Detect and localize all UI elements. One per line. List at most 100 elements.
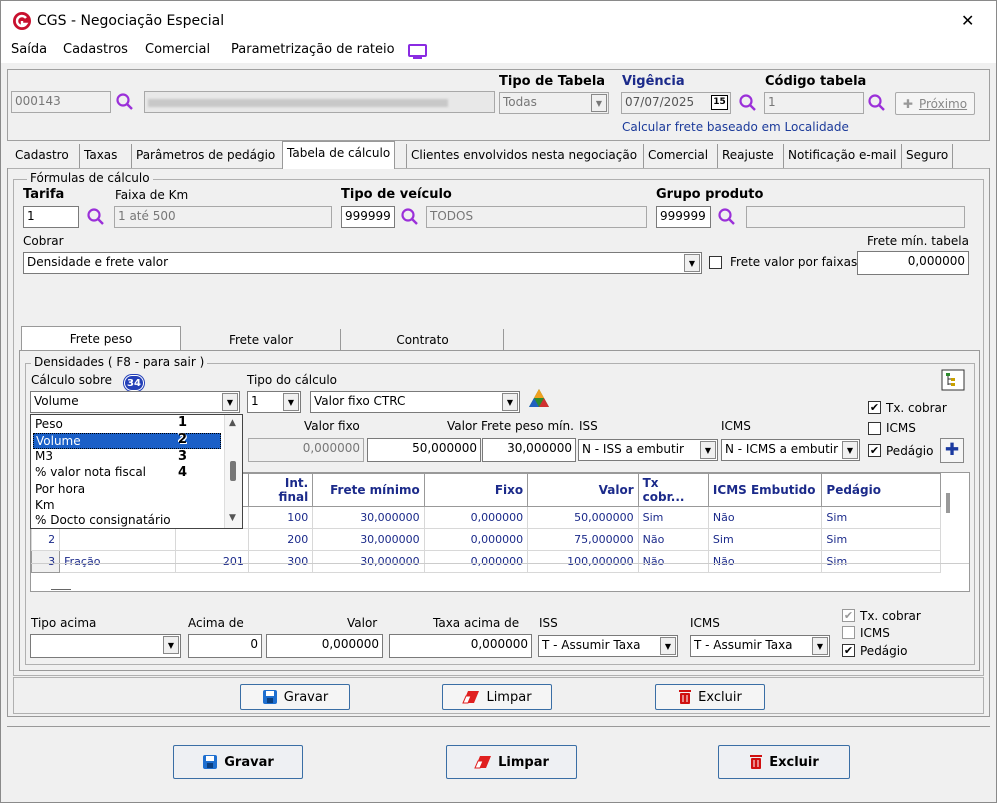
bottom-icms-select[interactable]: T - Assumir Taxa ▼ (690, 635, 830, 657)
frete-min-tabela-field[interactable]: 0,000000 (857, 251, 969, 275)
tarifa-field[interactable]: 1 (23, 206, 79, 228)
valor-fixo-field[interactable]: 50,000000 (367, 438, 481, 462)
bottom-iss-select[interactable]: T - Assumir Taxa ▼ (538, 635, 678, 657)
tipo-calculo-select[interactable]: Valor fixo CTRC ▼ (310, 391, 520, 413)
tab-cadastro[interactable]: Cadastro (11, 144, 73, 168)
grid-col-fixo[interactable]: Fixo (423, 473, 529, 507)
tipo-calculo-num-select[interactable]: 1 ▼ (247, 391, 301, 413)
grid-scrollbar-thumb[interactable] (946, 493, 950, 513)
gravar-button[interactable]: Gravar (173, 745, 303, 779)
menu-parametrizacao-rateio[interactable]: Parametrização de rateio (231, 42, 395, 57)
grid-col-valor[interactable]: Valor (527, 473, 639, 507)
tab-parametros-pedagio[interactable]: Parâmetros de pedágio (131, 144, 279, 168)
grupo-produto-desc-field[interactable] (746, 206, 965, 228)
tab-taxas[interactable]: Taxas (79, 144, 121, 168)
tab-clientes-envolvidos[interactable]: Clientes envolvidos nesta negociação (406, 144, 641, 168)
tab-seguro[interactable]: Seguro (901, 144, 954, 168)
subtab-contrato[interactable]: Contrato (342, 329, 504, 351)
calc-localidade-link[interactable]: Calcular frete baseado em Localidade (622, 120, 849, 134)
excluir-button[interactable]: Excluir (718, 745, 850, 779)
chevron-down-icon: ▼ (842, 441, 858, 459)
menu-cadastros[interactable]: Cadastros (63, 42, 128, 57)
tab-comercial[interactable]: Comercial (643, 144, 712, 168)
proximo-button[interactable]: ✚ Próximo (895, 92, 975, 115)
valor-frete-peso-field[interactable]: 30,000000 (482, 438, 576, 462)
search-icon[interactable] (867, 93, 887, 113)
search-icon[interactable] (86, 207, 106, 227)
dropdown-option-km[interactable]: Km (33, 498, 55, 514)
grid-col-pedagio[interactable]: Pedágio (821, 473, 941, 507)
grupo-produto-code-field[interactable]: 999999 (656, 206, 711, 228)
calendar-icon[interactable]: 15 (711, 95, 728, 110)
eraser-icon (462, 691, 480, 704)
tipo-acima-select[interactable]: ▼ (30, 634, 181, 658)
subtab-frete-valor[interactable]: Frete valor (182, 329, 341, 351)
table-row[interactable]: 2 200 30,000000 0,000000 75,000000 Não S… (30, 528, 941, 551)
codigo-tabela-field[interactable]: 1 (764, 92, 864, 114)
subtab-frete-peso[interactable]: Frete peso (21, 326, 181, 350)
triangle-shapes-icon[interactable] (528, 388, 550, 408)
search-icon[interactable] (738, 93, 758, 113)
faixa-km-field[interactable]: 1 até 500 (114, 206, 332, 228)
code-field[interactable]: 000143 (11, 91, 111, 113)
dropdown-option-valor-nota[interactable]: % valor nota fiscal (33, 465, 146, 481)
frete-valor-faixas-checkbox[interactable] (709, 256, 722, 269)
tab-reajuste[interactable]: Reajuste (717, 144, 778, 168)
dropdown-scroll-thumb[interactable] (230, 461, 236, 481)
dropdown-option-m3[interactable]: M3 (33, 449, 53, 465)
bottom-pedagio-checkbox[interactable]: ✔ (842, 644, 855, 657)
chevron-down-icon[interactable]: ▼ (229, 513, 236, 523)
pedagio-checkbox[interactable]: ✔ (868, 444, 881, 457)
inner-excluir-button[interactable]: Excluir (655, 684, 765, 710)
bottom-icms-checkbox[interactable] (842, 626, 855, 639)
tipo-veiculo-desc-field[interactable]: TODOS (426, 206, 647, 228)
add-button[interactable]: ✚ (940, 438, 964, 463)
dropdown-option-peso[interactable]: Peso (33, 417, 63, 433)
chevron-down-icon: ▼ (163, 636, 179, 654)
cobrar-select[interactable]: Densidade e frete valor ▼ (23, 252, 702, 274)
grid-col-int-final[interactable]: Int. final (247, 473, 314, 507)
menu-comercial[interactable]: Comercial (145, 42, 210, 57)
dropdown-scrollbar[interactable]: ▲ ▼ (224, 415, 242, 528)
grid-col-icms-embutido[interactable]: ICMS Embutido (707, 473, 823, 507)
icms-checkbox[interactable] (868, 422, 881, 435)
tab-tabela-calculo[interactable]: Tabela de cálculo (282, 141, 396, 169)
table-row[interactable]: 3 Fração 201 300 30,000000 0,000000 100,… (30, 550, 941, 573)
close-button[interactable]: ✕ (961, 11, 974, 30)
tab-notificacao-email[interactable]: Notificação e-mail (783, 144, 900, 168)
dropdown-option-docto-consignatario[interactable]: % Docto consignatário (33, 513, 171, 529)
footer-divider (7, 726, 990, 727)
inner-limpar-button[interactable]: Limpar (442, 684, 552, 710)
proximo-label: Próximo (918, 96, 968, 111)
tree-list-icon[interactable] (941, 369, 965, 391)
menu-saida[interactable]: Saída (11, 42, 47, 57)
dropdown-option-por-hora[interactable]: Por hora (33, 482, 85, 498)
taxa-acima-field[interactable]: 0,000000 (389, 634, 532, 658)
search-icon[interactable] (400, 207, 420, 227)
dropdown-option-volume[interactable]: Volume (33, 433, 221, 449)
tipo-veiculo-code-field[interactable]: 999999 (341, 206, 395, 228)
acima-de-field[interactable]: 0 (188, 634, 262, 658)
iss-select[interactable]: N - ISS a embutir ▼ (578, 439, 718, 461)
calculo-sobre-select[interactable]: Volume ▼ (30, 391, 240, 413)
client-name-field-blurred[interactable] (144, 91, 495, 113)
search-icon[interactable] (717, 207, 737, 227)
monitor-icon[interactable] (407, 43, 429, 60)
bottom-tx-cobrar-checkbox[interactable]: ✔ (842, 609, 855, 622)
search-icon[interactable] (115, 92, 135, 112)
trash-icon (679, 690, 692, 704)
icms-select[interactable]: N - ICMS a embutir ▼ (721, 439, 860, 461)
chevron-up-icon[interactable]: ▲ (229, 418, 236, 428)
valor-fixo-disabled-field[interactable]: 0,000000 (248, 438, 364, 462)
valor-frete-peso-label: Valor Frete peso mín. (447, 419, 574, 433)
inner-gravar-button[interactable]: Gravar (240, 684, 350, 710)
tipo-tabela-select[interactable]: Todas ▼ (499, 92, 609, 114)
tx-cobrar-checkbox[interactable]: ✔ (868, 401, 881, 414)
grid-col-frete-minimo[interactable]: Frete mínimo (312, 473, 425, 507)
limpar-button[interactable]: Limpar (446, 745, 577, 779)
grid-col-tx-cobrar[interactable]: Tx cobr... (637, 473, 709, 507)
window-title: CGS - Negociação Especial (37, 13, 225, 29)
valor-field[interactable]: 0,000000 (266, 634, 383, 658)
grid-hscroll-thumb[interactable] (51, 589, 71, 590)
vigencia-field[interactable]: 07/07/2025 15 (621, 92, 731, 114)
